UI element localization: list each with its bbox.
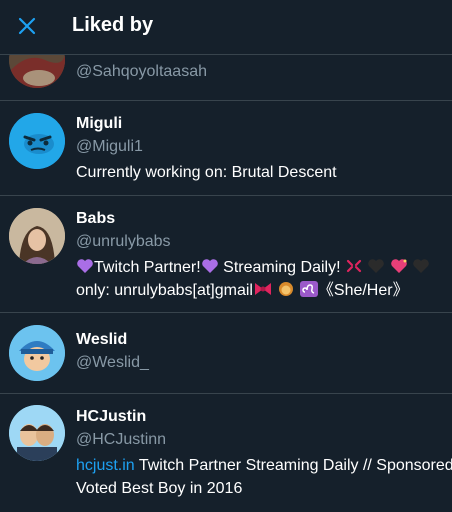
user-handle: @Miguli1 (76, 138, 143, 155)
liked-by-header: Liked by (0, 0, 452, 55)
user-name: HCJustin (76, 408, 147, 425)
bio-text: only: unrulybabs[at]gmail (76, 282, 253, 299)
avatar[interactable] (9, 325, 65, 381)
user-handle: @unrulybabs (76, 233, 171, 250)
black-heart-icon (367, 258, 385, 281)
bio-text: Streaming Daily! (218, 259, 345, 276)
user-name: Miguli (76, 115, 123, 132)
user-bio: Twitch Partner! Streaming Daily! (76, 256, 430, 281)
user-cell-miguli[interactable]: Miguli @Miguli1 Currently working on: Br… (0, 101, 452, 196)
user-name: Babs (76, 210, 116, 227)
close-button[interactable] (10, 9, 44, 43)
user-name: Weslid (76, 331, 128, 348)
user-bio: hcjust.in Twitch Partner Streaming Daily… (76, 454, 452, 477)
bio-text: 《She/Her》 (317, 282, 409, 299)
avatar[interactable] (9, 208, 65, 264)
user-handle: @Sahqoyoltaasah (76, 63, 207, 80)
purple-heart-icon (76, 258, 94, 281)
user-cell-weslid[interactable]: Weslid @Weslid_ (0, 313, 452, 394)
avatar[interactable] (9, 113, 65, 169)
bio-text: Twitch Partner! (94, 259, 201, 276)
anger-symbol-icon (345, 258, 363, 281)
user-cell-babs[interactable]: Babs @unrulybabs Twitch Partner! Streami… (0, 196, 452, 313)
user-bio: Currently working on: Brutal Descent (76, 164, 337, 181)
page-title: Liked by (72, 14, 154, 36)
leo-sign-icon (299, 281, 318, 304)
sparkling-heart-icon (390, 258, 408, 281)
black-heart-icon (412, 258, 430, 281)
ribbon-icon (253, 281, 273, 304)
user-bio-line2: only: unrulybabs[at]gmail 《She/Her》 (76, 279, 409, 304)
user-handle: @Weslid_ (76, 354, 149, 371)
avatar[interactable] (9, 405, 65, 461)
lion-icon (277, 281, 295, 304)
user-handle: @HCJustinn (76, 431, 167, 448)
bio-link[interactable]: hcjust.in (76, 457, 135, 474)
purple-heart-icon (201, 258, 219, 281)
close-icon (18, 17, 36, 35)
bio-text: Twitch Partner Streaming Daily // Sponso… (134, 457, 452, 474)
user-bio-line2: Voted Best Boy in 2016 (76, 480, 243, 497)
user-cell-hcjustin[interactable]: HCJustin @HCJustinn hcjust.in Twitch Par… (0, 394, 452, 512)
